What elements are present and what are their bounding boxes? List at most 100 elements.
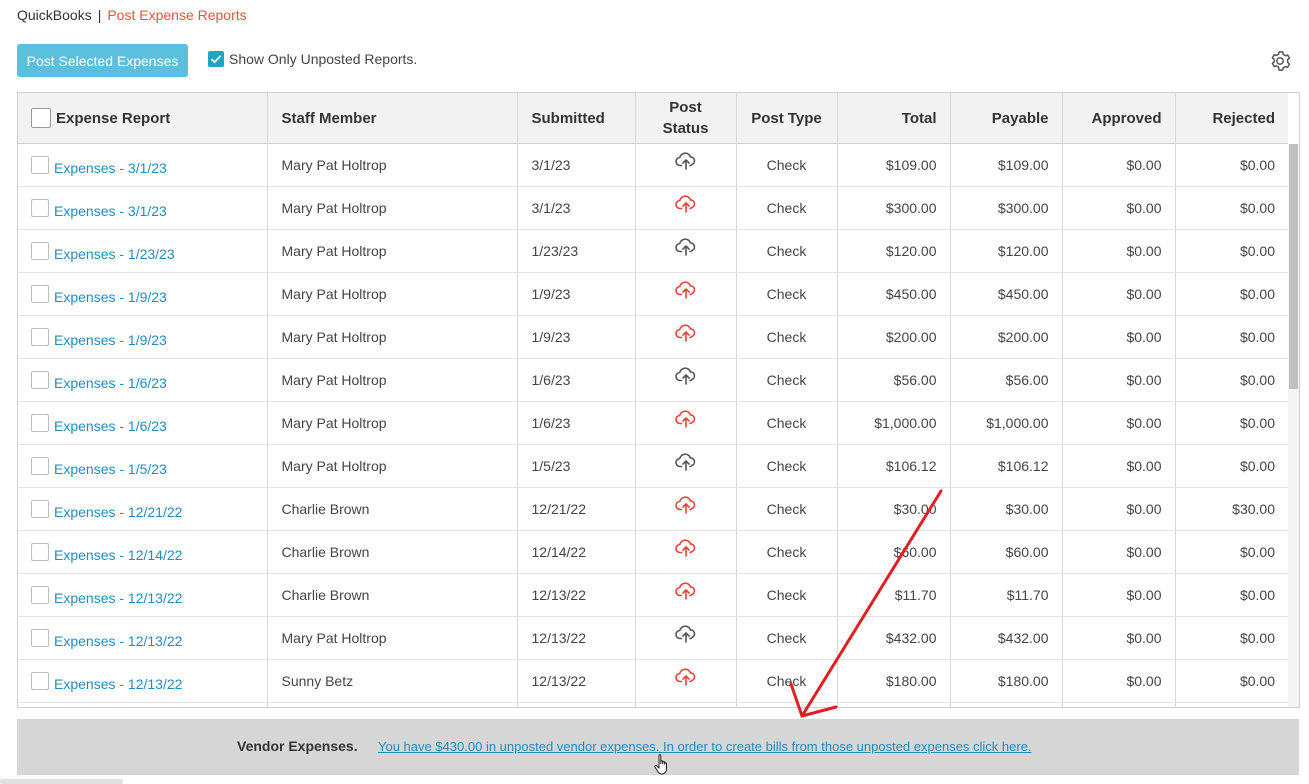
cell-post-type: Check <box>736 659 838 703</box>
expense-report-link[interactable]: Expenses - 1/9/23 <box>54 332 167 348</box>
cell-rejected: $0.00 <box>1175 315 1288 359</box>
cell-staff-member: Mary Pat Holtrop <box>267 186 518 230</box>
cell-post-status[interactable] <box>635 444 737 488</box>
cell-submitted: 12/13/22 <box>517 573 636 617</box>
row-select-checkbox[interactable] <box>31 457 49 475</box>
cell-post-status[interactable] <box>635 272 737 316</box>
cell-post-status[interactable] <box>635 143 737 187</box>
cell-post-status[interactable] <box>635 659 737 703</box>
page-horizontal-scrollbar[interactable] <box>0 779 123 784</box>
table-row[interactable]: Expenses - 3/1/23 Mary Pat Holtrop 3/1/23 C… <box>18 143 1288 187</box>
show-only-unposted-toggle[interactable]: Show Only Unposted Reports. <box>208 51 417 67</box>
expense-report-link[interactable]: Expenses - 1/23/23 <box>54 246 175 262</box>
table-row[interactable]: Expenses - 12/13/22 Charlie Brown 12/13/22… <box>18 573 1288 617</box>
table-row[interactable] <box>18 702 1288 707</box>
cell-expense-report: Expenses - 1/6/23 <box>18 358 268 402</box>
cell-post-status[interactable] <box>635 573 737 617</box>
expense-report-link[interactable]: Expenses - 12/13/22 <box>54 676 182 692</box>
column-header-approved[interactable]: Approved <box>1062 93 1176 144</box>
expense-report-link[interactable]: Expenses - 3/1/23 <box>54 160 167 176</box>
table-row[interactable]: Expenses - 12/13/22 Mary Pat Holtrop 12/13… <box>18 616 1288 660</box>
column-header-total[interactable]: Total <box>837 93 951 144</box>
cell-post-status[interactable] <box>635 315 737 359</box>
expense-report-link[interactable]: Expenses - 1/6/23 <box>54 418 167 434</box>
table-row[interactable]: Expenses - 1/23/23 Mary Pat Holtrop 1/23/2… <box>18 229 1288 273</box>
table-row[interactable]: Expenses - 1/9/23 Mary Pat Holtrop 1/9/23 C… <box>18 272 1288 316</box>
row-select-checkbox[interactable] <box>31 199 49 217</box>
row-select-checkbox[interactable] <box>31 672 49 690</box>
row-select-checkbox[interactable] <box>31 629 49 647</box>
vendor-expenses-link[interactable]: You have $430.00 in unposted vendor expe… <box>378 739 1032 754</box>
table-row[interactable]: Expenses - 12/13/22 Sunny Betz 12/13/22 Che… <box>18 659 1288 703</box>
row-select-checkbox[interactable] <box>31 328 49 346</box>
cloud-upload-icon <box>674 238 695 256</box>
cell-post-type: Check <box>736 530 838 574</box>
table-row[interactable]: Expenses - 12/14/22 Charlie Brown 12/14/22… <box>18 530 1288 574</box>
table-scrollbar-thumb[interactable] <box>1289 144 1298 389</box>
breadcrumb-separator: | <box>97 7 102 23</box>
expense-report-link[interactable]: Expenses - 12/13/22 <box>54 633 182 649</box>
cell-rejected: $0.00 <box>1175 573 1288 617</box>
expense-report-link[interactable]: Expenses - 3/1/23 <box>54 203 167 219</box>
cell-post-type: Check <box>736 616 838 660</box>
row-select-checkbox[interactable] <box>31 414 49 432</box>
row-select-checkbox[interactable] <box>31 242 49 260</box>
column-header-staff-member[interactable]: Staff Member <box>267 93 518 144</box>
table-row[interactable]: Expenses - 1/5/23 Mary Pat Holtrop 1/5/23 C… <box>18 444 1288 488</box>
cell-post-type: Check <box>736 229 838 273</box>
column-header-payable[interactable]: Payable <box>950 93 1063 144</box>
cell-post-status[interactable] <box>635 401 737 445</box>
cell-payable: $106.12 <box>950 444 1063 488</box>
expense-report-link[interactable]: Expenses - 1/5/23 <box>54 461 167 477</box>
column-header-rejected[interactable]: Rejected <box>1175 93 1288 144</box>
column-header-expense-report[interactable]: Expense Report <box>18 93 268 144</box>
row-select-checkbox[interactable] <box>31 543 49 561</box>
cell-total: $180.00 <box>837 659 951 703</box>
table-row[interactable]: Expenses - 1/6/23 Mary Pat Holtrop 1/6/23 C… <box>18 358 1288 402</box>
select-all-checkbox[interactable] <box>31 108 51 128</box>
table-row[interactable]: Expenses - 3/1/23 Mary Pat Holtrop 3/1/23 C… <box>18 186 1288 230</box>
expense-report-link[interactable]: Expenses - 12/13/22 <box>54 590 182 606</box>
cell-post-status[interactable] <box>635 616 737 660</box>
row-select-checkbox[interactable] <box>31 285 49 303</box>
expense-report-link[interactable]: Expenses - 1/6/23 <box>54 375 167 391</box>
column-header-post-status[interactable]: Post Status <box>635 93 737 144</box>
cell-total: $109.00 <box>837 143 951 187</box>
expense-report-link[interactable]: Expenses - 1/9/23 <box>54 289 167 305</box>
cell-post-status[interactable] <box>635 229 737 273</box>
cell-payable: $11.70 <box>950 573 1063 617</box>
cell-submitted: 1/5/23 <box>517 444 636 488</box>
row-select-checkbox[interactable] <box>31 586 49 604</box>
cell-total: $60.00 <box>837 530 951 574</box>
row-select-checkbox[interactable] <box>31 500 49 518</box>
cell-rejected <box>1175 702 1288 707</box>
table-row[interactable]: Expenses - 1/9/23 Mary Pat Holtrop 1/9/23 C… <box>18 315 1288 359</box>
post-selected-expenses-button[interactable]: Post Selected Expenses <box>17 44 188 77</box>
cell-total: $30.00 <box>837 487 951 531</box>
cell-expense-report: Expenses - 1/6/23 <box>18 401 268 445</box>
cell-post-status[interactable] <box>635 702 737 707</box>
show-only-unposted-checkbox[interactable] <box>208 51 224 67</box>
cell-total: $300.00 <box>837 186 951 230</box>
cell-post-status[interactable] <box>635 358 737 402</box>
gear-icon[interactable] <box>1269 50 1291 72</box>
cell-submitted: 1/6/23 <box>517 401 636 445</box>
cell-post-status[interactable] <box>635 530 737 574</box>
expense-report-link[interactable]: Expenses - 12/21/22 <box>54 504 182 520</box>
cloud-upload-icon-red <box>674 410 695 428</box>
table-row[interactable]: Expenses - 1/6/23 Mary Pat Holtrop 1/6/23 C… <box>18 401 1288 445</box>
cell-expense-report: Expenses - 1/9/23 <box>18 315 268 359</box>
row-select-checkbox[interactable] <box>31 156 49 174</box>
row-select-checkbox[interactable] <box>31 371 49 389</box>
expense-report-link[interactable]: Expenses - 12/14/22 <box>54 547 182 563</box>
cell-post-status[interactable] <box>635 487 737 531</box>
column-header-post-type[interactable]: Post Type <box>736 93 838 144</box>
cell-post-status[interactable] <box>635 186 737 230</box>
cell-rejected: $0.00 <box>1175 616 1288 660</box>
table-row[interactable]: Expenses - 12/21/22 Charlie Brown 12/21/22… <box>18 487 1288 531</box>
breadcrumb-root[interactable]: QuickBooks <box>17 7 92 23</box>
cell-rejected: $0.00 <box>1175 401 1288 445</box>
cell-submitted: 1/9/23 <box>517 272 636 316</box>
column-header-submitted[interactable]: Submitted <box>517 93 636 144</box>
cell-post-type: Check <box>736 272 838 316</box>
